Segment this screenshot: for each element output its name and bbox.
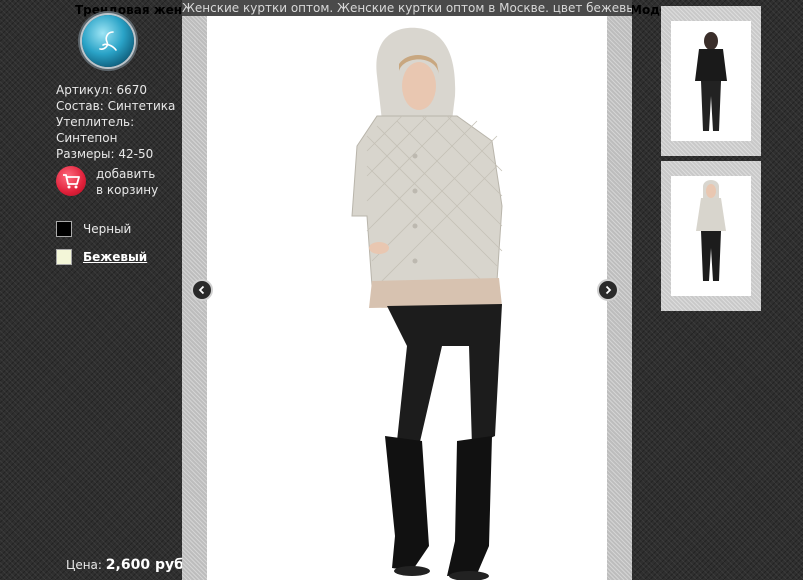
article-number: Артикул: 6670 (56, 83, 148, 97)
chevron-left-icon (198, 285, 205, 295)
color-label-black[interactable]: Черный (83, 222, 131, 236)
add-to-cart-label-line1: добавить (96, 167, 156, 181)
thumbnail-image[interactable] (671, 21, 751, 141)
thumbnail-image[interactable] (671, 176, 751, 296)
composition: Состав: Синтетика (56, 99, 176, 113)
product-info: Артикул: 6670 Состав: Синтетика Утеплите… (56, 82, 175, 162)
sizes: Размеры: 42-50 (56, 147, 154, 161)
color-label-beige[interactable]: Бежевый (83, 250, 147, 264)
color-option-beige[interactable]: Бежевый (56, 249, 147, 265)
thumbnail-beige-jacket[interactable] (661, 161, 761, 311)
add-to-cart-button[interactable]: добавить в корзину (56, 166, 158, 198)
product-photo (207, 16, 607, 580)
price: Цена: 2,600 руб. (66, 557, 189, 573)
chevron-right-icon (605, 285, 612, 295)
insulation-value: Синтепон (56, 131, 118, 145)
color-option-black[interactable]: Черный (56, 221, 131, 237)
thumbnail-black-jacket[interactable] (661, 6, 761, 156)
viewer-title: Женские куртки оптом. Женские куртки опт… (182, 0, 632, 16)
image-viewer (182, 16, 632, 580)
next-image-button[interactable] (597, 279, 619, 301)
price-value: 2,600 руб. (105, 557, 190, 573)
insulation-label: Утеплитель: (56, 115, 135, 129)
shopping-cart-icon (56, 166, 86, 196)
color-swatch-black[interactable] (56, 221, 72, 237)
price-label: Цена: (66, 558, 102, 572)
add-to-cart-label-line2: в корзину (96, 183, 159, 197)
monogram-logo-icon[interactable] (82, 15, 134, 67)
prev-image-button[interactable] (191, 279, 213, 301)
color-swatch-beige[interactable] (56, 249, 72, 265)
